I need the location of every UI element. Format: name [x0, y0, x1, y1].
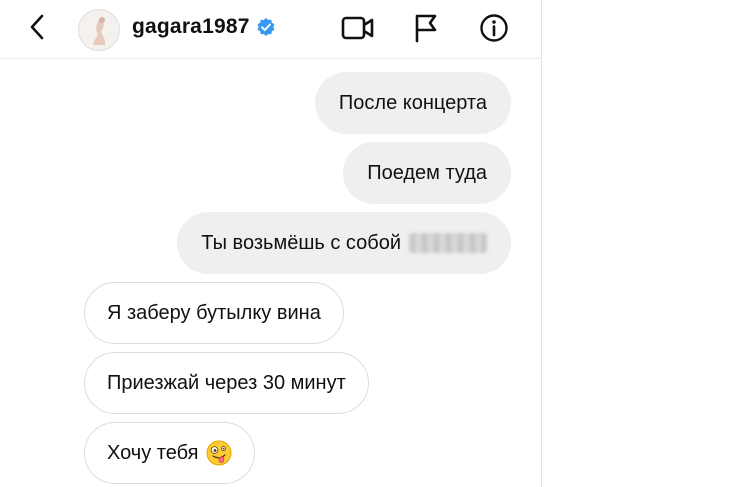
- report-flag-icon: [415, 14, 437, 43]
- dm-screen: gagara1987 После концерта Поедем туда Ты…: [0, 0, 542, 487]
- message-text: После концерта: [338, 91, 487, 114]
- message-text: Ты возьмёшь с собой: [201, 231, 401, 254]
- verified-badge-icon: [256, 17, 276, 37]
- outgoing-message[interactable]: После концерта: [314, 72, 511, 134]
- incoming-message[interactable]: Я заберу бутылку вина: [84, 282, 344, 344]
- outgoing-message[interactable]: Ты возьмёшь с собой: [177, 212, 511, 274]
- avatar[interactable]: [78, 9, 120, 51]
- zany-face-icon: [206, 440, 232, 466]
- video-call-icon: [341, 16, 374, 40]
- avatar-photo: [79, 10, 119, 50]
- outgoing-message[interactable]: Поедем туда: [343, 142, 511, 204]
- username-text: gagara1987: [132, 15, 250, 38]
- chat-header: gagara1987: [0, 0, 541, 59]
- redacted-text: [409, 233, 487, 253]
- chat-username[interactable]: gagara1987: [132, 12, 276, 42]
- report-button[interactable]: [408, 10, 444, 46]
- incoming-message[interactable]: Хочу тебя: [84, 422, 256, 484]
- message-thread[interactable]: После концерта Поедем туда Ты возьмёшь с…: [0, 60, 541, 487]
- message-text: Я заберу бутылку вина: [107, 301, 321, 324]
- incoming-message[interactable]: Приезжай через 30 минут: [84, 352, 369, 414]
- message-text: Хочу тебя: [107, 441, 199, 464]
- message-text: Приезжай через 30 минут: [107, 371, 346, 394]
- info-icon: [480, 14, 508, 42]
- back-chevron-icon: [30, 14, 44, 40]
- info-button[interactable]: [476, 10, 512, 46]
- video-call-button[interactable]: [340, 10, 376, 46]
- message-text: Поедем туда: [367, 161, 487, 184]
- back-button[interactable]: [22, 10, 52, 44]
